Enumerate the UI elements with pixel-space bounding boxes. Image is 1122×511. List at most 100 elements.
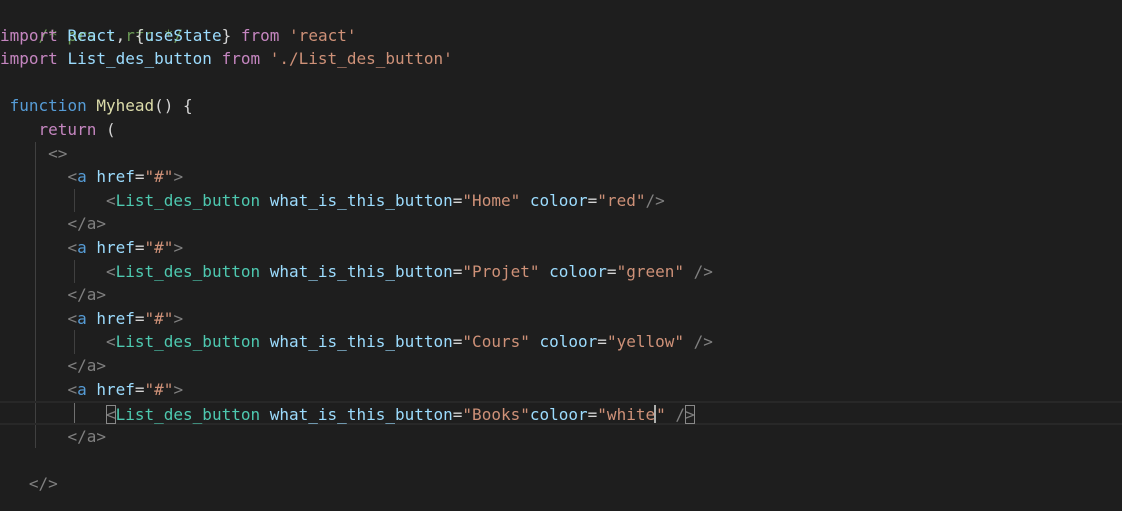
punct-brace-close: } xyxy=(221,25,232,45)
punct-eq: = xyxy=(587,190,598,210)
html-tag-a: a xyxy=(77,167,87,187)
attr-href: href xyxy=(96,379,135,399)
href-value: "#" xyxy=(144,237,174,257)
fragment-open: <> xyxy=(48,143,68,163)
indent-guide xyxy=(35,165,36,189)
href-value: "#" xyxy=(144,379,174,399)
closing-tag-a: </a> xyxy=(67,214,106,234)
prop-value-color: "yellow" xyxy=(606,332,684,352)
indent-guide xyxy=(35,306,36,331)
code-line-14: <a href="#"> xyxy=(0,306,1122,331)
self-close: /> xyxy=(684,332,713,352)
closing-tag-a: </a> xyxy=(67,426,106,446)
code-line-6: return ( xyxy=(0,118,1122,142)
code-line-3: import List_des_button from './List_des_… xyxy=(0,47,1122,71)
keyword-import: import xyxy=(0,25,58,45)
code-line-15: <List_des_button what_is_this_button="Co… xyxy=(0,330,1122,354)
fragment-close: </> xyxy=(28,473,58,493)
prop-value-label: "Home" xyxy=(462,190,521,210)
code-line-12: <List_des_button what_is_this_button="Pr… xyxy=(0,259,1122,284)
punct-eq: = xyxy=(134,308,145,328)
self-close: /> xyxy=(645,190,665,210)
keyword-return: return xyxy=(38,119,97,139)
indent-guide xyxy=(35,424,36,449)
indent-guide xyxy=(35,141,36,166)
punct-eq: = xyxy=(452,190,463,210)
indent-guide-active xyxy=(74,403,75,423)
code-line-9: <List_des_button what_is_this_button="Ho… xyxy=(0,188,1122,213)
href-value: "#" xyxy=(144,167,174,187)
bracket-match-open: < xyxy=(105,405,116,425)
indent-guide xyxy=(74,259,75,284)
module-string: 'react' xyxy=(289,25,357,45)
attr-href: href xyxy=(96,237,135,257)
bracket-match-close: > xyxy=(685,405,695,425)
punct-eq: = xyxy=(134,237,145,257)
prop-name: what_is_this_button xyxy=(269,332,453,352)
punct-eq: = xyxy=(606,261,617,281)
code-line-7: <> xyxy=(0,141,1122,166)
code-line-5: function Myhead() { xyxy=(0,94,1122,118)
prop-name: what_is_this_button xyxy=(269,405,453,425)
indent-guide xyxy=(74,330,75,354)
html-tag-a: a xyxy=(77,237,87,257)
bracket-lt: < xyxy=(105,261,116,281)
code-editor[interactable]: /* prs : rfc */ import React, {useState}… xyxy=(0,0,1122,511)
code-line-10: </a> xyxy=(0,212,1122,236)
code-line-21: </> xyxy=(0,472,1122,496)
punct-eq: = xyxy=(597,332,607,352)
bracket-lt: < xyxy=(67,237,78,257)
prop-value-color: "white xyxy=(597,405,656,425)
bracket-lt: < xyxy=(105,190,116,210)
prop-name: coloor xyxy=(549,261,607,281)
prop-name: coloor xyxy=(539,332,598,352)
indent-guide xyxy=(74,188,75,213)
html-tag-a: a xyxy=(77,379,87,399)
bracket-lt: < xyxy=(67,379,78,399)
code-line-13: </a> xyxy=(0,283,1122,307)
indent-guide xyxy=(35,235,36,260)
href-value: "#" xyxy=(144,308,174,328)
closing-tag-a: </a> xyxy=(67,285,106,305)
module-string: './List_des_button' xyxy=(269,49,453,69)
prop-value-label: "Projet" xyxy=(462,261,540,281)
punct-eq: = xyxy=(452,332,463,352)
code-line-8: <a href="#"> xyxy=(0,165,1122,189)
identifier-usestate: useState xyxy=(144,25,222,45)
keyword-import: import xyxy=(0,49,58,69)
indent-guide xyxy=(35,283,36,307)
attr-href: href xyxy=(96,308,135,328)
code-line-1: /* prs : rfc */ xyxy=(0,0,1122,45)
attr-href: href xyxy=(96,167,135,187)
component-name: List_des_button xyxy=(115,261,261,281)
prop-value-label: "Cours" xyxy=(462,332,530,352)
html-tag-a: a xyxy=(77,308,87,328)
code-line-11: <a href="#"> xyxy=(0,235,1122,260)
code-line-18-current[interactable]: <List_des_button what_is_this_button="Bo… xyxy=(0,401,1122,425)
closing-tag-a: </a> xyxy=(67,355,106,375)
bracket-gt: > xyxy=(173,167,184,187)
code-line-16: </a> xyxy=(0,353,1122,378)
indent-guide xyxy=(35,330,36,354)
keyword-from: from xyxy=(240,25,280,45)
punct-eq: = xyxy=(452,405,463,425)
punct-parens: () xyxy=(154,96,174,116)
indent-guide xyxy=(35,353,36,378)
punct-eq: = xyxy=(134,379,145,399)
bracket-gt: > xyxy=(173,379,184,399)
indent-guide xyxy=(35,212,36,236)
prop-value-quote: " xyxy=(656,405,666,425)
bracket-lt: < xyxy=(67,308,78,328)
punct-eq: = xyxy=(587,405,598,425)
self-close: /> xyxy=(684,261,713,281)
keyword-from: from xyxy=(221,49,261,69)
identifier-react: React xyxy=(67,25,116,45)
component-name: List_des_button xyxy=(115,405,261,425)
punct-paren: ( xyxy=(105,119,116,139)
code-line-19: </a> xyxy=(0,424,1122,449)
prop-value-label: "Books" xyxy=(462,405,530,425)
punct-comma: , xyxy=(115,25,126,45)
prop-name: coloor xyxy=(529,405,588,425)
bracket-lt: < xyxy=(67,167,78,187)
